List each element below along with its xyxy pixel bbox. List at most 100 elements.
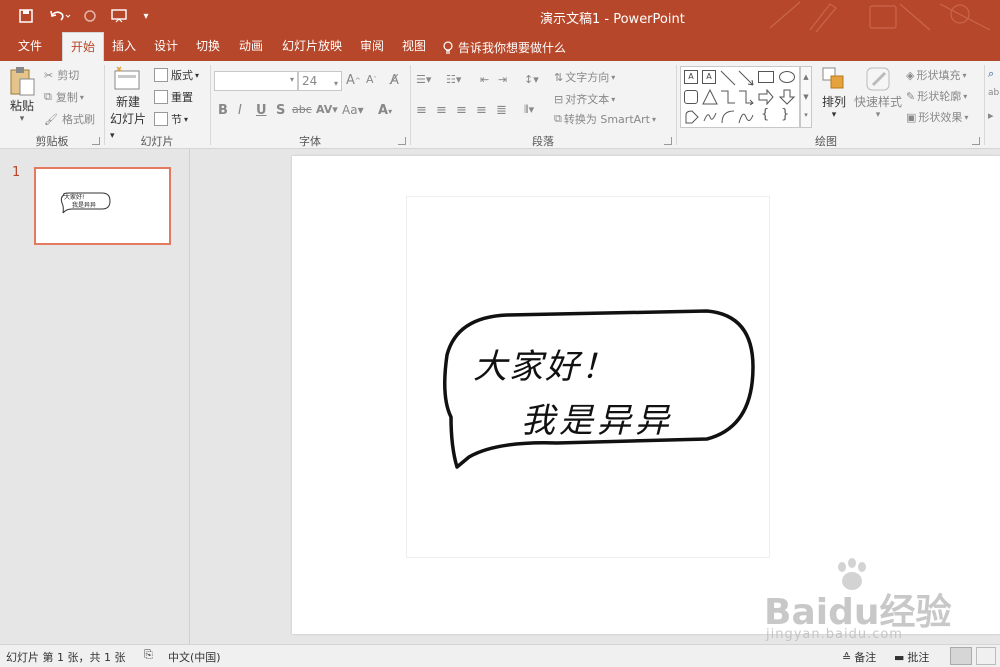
current-slide[interactable]: 大家好！ 我是异异 [292,156,1000,634]
bold-button[interactable]: B [218,103,228,118]
quick-styles-dropdown-icon[interactable]: ▾ [876,110,881,120]
elbow-arrow-shape-icon[interactable] [738,89,754,105]
tab-file[interactable]: 文件 [8,32,52,61]
clipboard-launcher-icon[interactable] [92,137,100,145]
elbow-connector-shape-icon[interactable] [720,89,736,105]
drawing-launcher-icon[interactable] [972,137,980,145]
font-name-input[interactable]: ▾ [214,71,298,91]
vertical-textbox-shape-icon[interactable]: A [702,70,716,84]
notes-button[interactable]: ≙ 备注 [842,649,876,665]
char-spacing-button[interactable]: AV▾ [316,103,338,116]
tab-view[interactable]: 视图 [396,32,432,61]
format-painter-button[interactable]: 🖌 格式刷 [44,111,95,127]
rounded-rect-shape-icon[interactable] [684,90,698,104]
clear-format-icon[interactable]: A̸ [390,73,399,88]
scribble-shape-icon[interactable] [702,109,718,125]
spellcheck-icon[interactable]: ⎘ [144,648,153,662]
present-from-beginning-icon[interactable] [110,6,128,26]
freeform-shape-icon[interactable] [684,109,700,125]
convert-smartart-button[interactable]: ⧉ 转换为 SmartArt ▾ [554,111,656,127]
shape-effects-button[interactable]: ▣ 形状效果 ▾ [906,109,968,125]
undo-icon[interactable] [46,6,74,26]
save-icon[interactable] [16,6,36,26]
paste-dropdown-icon[interactable]: ▾ [20,114,25,124]
new-slide-button[interactable]: 新建 幻灯片▾ [110,65,146,141]
shape-outline-button[interactable]: ✎ 形状轮廓 ▾ [906,88,967,104]
customize-qat-icon[interactable]: ▾ [140,6,152,26]
tell-me-box[interactable]: 告诉我你想要做什么 [442,39,566,56]
italic-button[interactable]: I [238,103,242,118]
align-text-button[interactable]: ⊟ 对齐文本 ▾ [554,91,615,107]
copy-button[interactable]: ⧉ 复制 ▾ [44,89,84,105]
find-icon[interactable]: ⌕ [988,67,994,81]
normal-view-icon[interactable] [950,647,972,665]
tab-home[interactable]: 开始 [62,32,104,61]
shapes-gallery-scroll[interactable]: ▲ ▼ ▾ [800,66,812,128]
brace-right-shape-icon[interactable]: } [781,107,789,122]
shape-fill-button[interactable]: ◈ 形状填充 ▾ [906,67,966,83]
tab-slideshow[interactable]: 幻灯片放映 [276,32,348,61]
quick-styles-button[interactable]: 快速样式 ▾ [854,65,902,120]
tab-design[interactable]: 设计 [148,32,184,61]
strikethrough-button[interactable]: abc [292,103,312,116]
select-icon[interactable]: ▸ [988,109,994,122]
tab-animations[interactable]: 动画 [232,32,270,61]
underline-button[interactable]: U [256,103,267,118]
decrease-indent-icon[interactable]: ⇤ [480,73,489,86]
textbox-shape-icon[interactable]: A [684,70,698,84]
tab-insert[interactable]: 插入 [106,32,142,61]
right-arrow-shape-icon[interactable] [758,89,774,105]
slide-picture[interactable]: 大家好！ 我是异异 [406,196,770,558]
justify-icon[interactable]: ≡ [476,103,487,118]
font-name-dropdown-icon[interactable]: ▾ [290,75,294,84]
redo-icon[interactable] [82,6,98,26]
gallery-scroll-up-icon[interactable]: ▲ [801,67,811,87]
arrange-button[interactable]: 排列 ▾ [818,65,850,120]
line-spacing-icon[interactable]: ↕▾ [524,73,539,86]
triangle-shape-icon[interactable] [702,89,718,105]
gallery-more-icon[interactable]: ▾ [801,107,811,123]
rectangle-shape-icon[interactable] [758,71,774,83]
cut-button[interactable]: ✂ 剪切 [44,67,79,83]
align-right-icon[interactable]: ≡ [456,103,467,118]
replace-icon[interactable]: ab [988,88,999,98]
change-case-button[interactable]: Aa▾ [342,103,364,117]
section-button[interactable]: 节 ▾ [154,111,188,127]
slide-sorter-view-icon[interactable] [976,647,996,665]
columns-icon[interactable]: ⫴▾ [524,103,534,117]
slide-thumbnail[interactable]: 大家好! 我是异异 [34,167,171,245]
language-indicator[interactable]: 中文(中国) [168,649,221,665]
paragraph-launcher-icon[interactable] [664,137,672,145]
font-size-input[interactable]: 24 ▾ [298,71,342,91]
oval-shape-icon[interactable] [779,71,795,83]
increase-indent-icon[interactable]: ⇥ [498,73,507,86]
tab-transitions[interactable]: 切换 [190,32,226,61]
shadow-button[interactable]: S [276,103,285,118]
font-launcher-icon[interactable] [398,137,406,145]
gallery-scroll-down-icon[interactable]: ▼ [801,87,811,107]
shrink-font-icon[interactable]: Aˇ [366,73,377,86]
curve-shape-icon[interactable] [738,109,754,125]
arrow-shape-icon[interactable] [738,70,754,86]
comments-button[interactable]: ▬ 批注 [894,649,929,665]
tab-review[interactable]: 审阅 [354,32,390,61]
paste-button[interactable]: 粘贴 ▾ [6,65,38,124]
font-size-dropdown-icon[interactable]: ▾ [334,75,338,93]
brace-left-shape-icon[interactable]: { [761,107,769,122]
align-left-icon[interactable]: ≡ [416,103,427,118]
layout-button[interactable]: 版式 ▾ [154,67,199,83]
arc-shape-icon[interactable] [720,109,736,125]
notes-icon: ≙ [842,651,852,664]
grow-font-icon[interactable]: A ^ [346,73,361,88]
down-arrow-shape-icon[interactable] [779,89,795,105]
shapes-gallery[interactable]: A A { } [680,66,800,128]
distributed-icon[interactable]: ≣ [496,103,507,118]
align-center-icon[interactable]: ≡ [436,103,447,118]
font-color-button[interactable]: A▾ [378,103,392,118]
arrange-dropdown-icon[interactable]: ▾ [832,110,837,120]
numbering-icon[interactable]: ☷▾ [446,73,461,86]
text-direction-button[interactable]: ⇅ 文字方向 ▾ [554,69,615,85]
bullets-icon[interactable]: ☰▾ [416,73,431,86]
line-shape-icon[interactable] [720,70,736,86]
reset-button[interactable]: 重置 [154,89,193,105]
